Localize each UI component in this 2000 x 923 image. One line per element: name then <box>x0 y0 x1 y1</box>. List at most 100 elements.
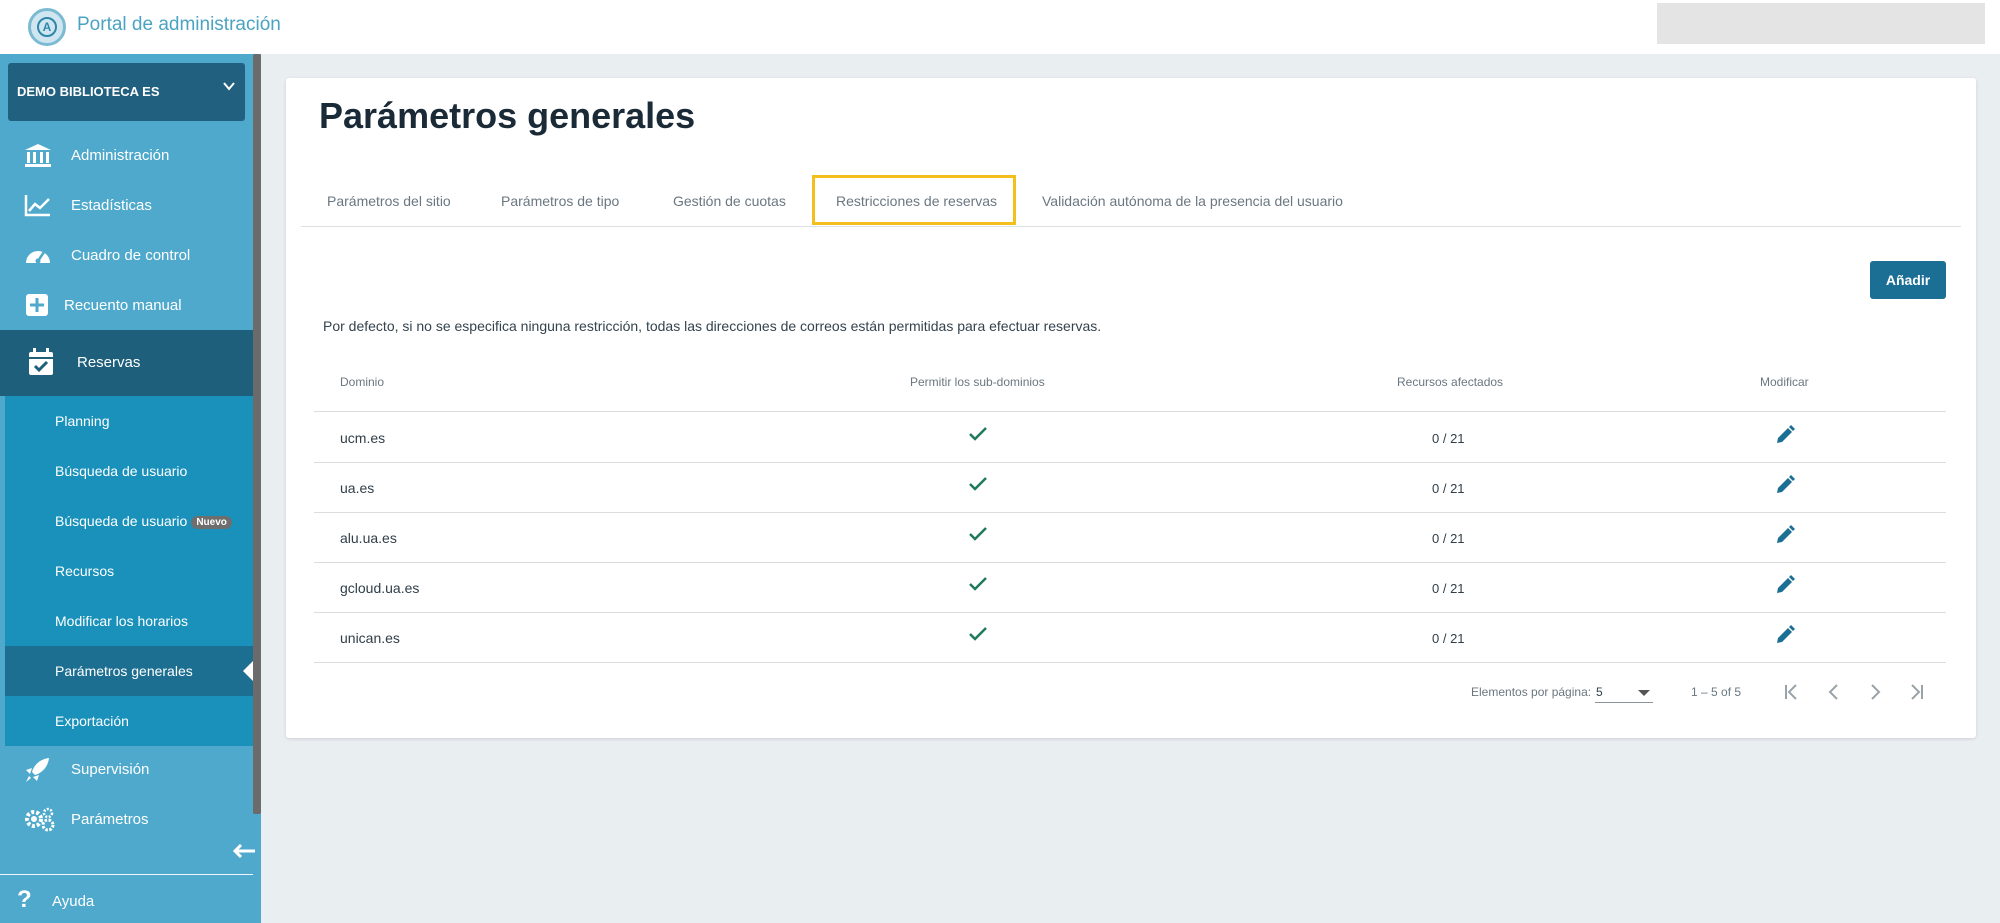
submenu-item-exportacion[interactable]: Exportación <box>5 696 253 746</box>
edit-pencil-icon[interactable] <box>1774 624 1796 646</box>
edit-pencil-icon[interactable] <box>1774 474 1796 496</box>
check-icon <box>968 525 988 543</box>
site-selector-label: DEMO BIBLIOTECA ES <box>17 84 160 99</box>
sidebar-item-label: Parámetros <box>71 811 149 828</box>
sidebar-item-label: Recuento manual <box>64 297 182 314</box>
first-page-icon[interactable] <box>1781 681 1803 703</box>
submenu-item-label: Recursos <box>55 563 115 579</box>
rocket-icon <box>24 757 52 783</box>
caret-down-icon <box>1638 690 1650 696</box>
reservas-submenu: Planning Búsqueda de usuario Búsqueda de… <box>5 396 253 746</box>
domain-cell: ucm.es <box>340 430 386 446</box>
logo: A <box>28 8 66 46</box>
resources-cell: 0 / 21 <box>1432 531 1465 546</box>
info-message: Por defecto, si no se especifica ninguna… <box>323 318 1102 334</box>
help-link[interactable]: Ayuda <box>52 893 94 910</box>
submenu-item-text: Búsqueda de usuario <box>55 513 188 529</box>
edit-pencil-icon[interactable] <box>1774 424 1796 446</box>
edit-pencil-icon[interactable] <box>1774 574 1796 596</box>
sidebar-item-recuento-manual[interactable]: Recuento manual <box>0 281 253 331</box>
resources-cell: 0 / 21 <box>1432 431 1465 446</box>
resources-cell: 0 / 21 <box>1432 631 1465 646</box>
sidebar-item-cuadro-de-control[interactable]: Cuadro de control <box>0 231 253 281</box>
sidebar-item-reservas[interactable]: Reservas <box>0 330 253 396</box>
top-bar: A Portal de administración <box>0 0 2000 54</box>
submenu-item-label: Parámetros generales <box>55 663 193 679</box>
items-per-page-label: Elementos por página: <box>1471 685 1592 699</box>
table-row: ucm.es 0 / 21 <box>314 413 1946 463</box>
domain-cell: alu.ua.es <box>340 530 397 546</box>
sidebar-item-supervision[interactable]: Supervisión <box>0 745 253 795</box>
table-row: alu.ua.es 0 / 21 <box>314 513 1946 563</box>
logo-letter: A <box>37 17 57 37</box>
new-badge: Nuevo <box>191 516 232 529</box>
submenu-item-modificar-horarios[interactable]: Modificar los horarios <box>5 596 253 646</box>
check-icon <box>968 625 988 643</box>
sidebar-item-administracion[interactable]: Administración <box>0 131 253 181</box>
bank-icon <box>24 143 52 169</box>
table-row: gcloud.ua.es 0 / 21 <box>314 563 1946 613</box>
sidebar-item-label: Cuadro de control <box>71 247 191 264</box>
page-range: 1 – 5 of 5 <box>1691 685 1742 699</box>
sidebar-item-estadisticas[interactable]: Estadísticas <box>0 181 253 231</box>
check-icon <box>968 475 988 493</box>
submenu-item-label: Búsqueda de usuario <box>55 463 188 479</box>
collapse-sidebar-arrow-icon[interactable] <box>232 840 256 862</box>
tab-parametros-tipo[interactable]: Parámetros de tipo <box>501 193 619 209</box>
sidebar-scrollbar[interactable] <box>253 54 261 814</box>
table-row: unican.es 0 / 21 <box>314 613 1946 663</box>
resources-cell: 0 / 21 <box>1432 581 1465 596</box>
site-selector[interactable]: DEMO BIBLIOTECA ES <box>8 63 245 121</box>
add-button[interactable]: Añadir <box>1870 261 1946 299</box>
domain-cell: ua.es <box>340 480 375 496</box>
sidebar-item-label: Reservas <box>77 354 141 371</box>
domain-cell: gcloud.ua.es <box>340 580 420 596</box>
edit-pencil-icon[interactable] <box>1774 524 1796 546</box>
tab-parametros-sitio[interactable]: Parámetros del sitio <box>327 193 451 209</box>
calendar-check-icon <box>28 348 56 375</box>
previous-page-icon[interactable] <box>1823 681 1845 703</box>
submenu-item-busqueda-usuario[interactable]: Búsqueda de usuario <box>5 446 253 496</box>
check-icon <box>968 425 988 443</box>
submenu-item-label: Modificar los horarios <box>55 613 189 629</box>
tab-bar: Parámetros del sitio Parámetros de tipo … <box>301 175 1961 227</box>
question-icon[interactable]: ? <box>17 886 32 914</box>
chart-icon <box>24 193 52 219</box>
plus-square-icon <box>24 293 52 319</box>
page-title: Parámetros generales <box>319 95 696 136</box>
domain-cell: unican.es <box>340 630 400 646</box>
tab-validacion-autonoma[interactable]: Validación autónoma de la presencia del … <box>1042 193 1343 209</box>
sidebar-divider <box>0 874 253 875</box>
table-header: Dominio Permitir los sub-dominios Recurs… <box>314 362 1946 412</box>
sidebar-item-parametros[interactable]: Parámetros <box>0 795 253 845</box>
items-per-page-select[interactable]: 5 <box>1595 681 1653 703</box>
sidebar-item-label: Administración <box>71 147 170 164</box>
submenu-item-label: Búsqueda de usuario Nuevo <box>55 513 232 529</box>
submenu-item-label: Exportación <box>55 713 129 729</box>
last-page-icon[interactable] <box>1905 681 1927 703</box>
table-row: ua.es 0 / 21 <box>314 463 1946 513</box>
sidebar-item-label: Estadísticas <box>71 197 152 214</box>
items-per-page-value: 5 <box>1596 685 1603 699</box>
app-title: Portal de administración <box>77 14 281 35</box>
submenu-item-parametros-generales[interactable]: Parámetros generales <box>5 646 253 696</box>
gears-icon <box>24 807 55 833</box>
submenu-item-label: Planning <box>55 413 110 429</box>
column-header-dominio: Dominio <box>340 375 385 389</box>
submenu-item-recursos[interactable]: Recursos <box>5 546 253 596</box>
submenu-item-planning[interactable]: Planning <box>5 396 253 446</box>
user-menu[interactable] <box>1657 3 1985 44</box>
tab-gestion-cuotas[interactable]: Gestión de cuotas <box>673 193 786 209</box>
resources-cell: 0 / 21 <box>1432 481 1465 496</box>
column-header-recursos: Recursos afectados <box>1397 375 1504 389</box>
active-indicator-icon <box>243 661 253 681</box>
gauge-icon <box>24 243 52 269</box>
sidebar-item-label: Supervisión <box>71 761 150 778</box>
column-header-modificar: Modificar <box>1760 375 1809 389</box>
active-tab-highlight <box>812 175 1016 225</box>
check-icon <box>968 575 988 593</box>
column-header-subdominios: Permitir los sub-dominios <box>910 375 1045 389</box>
submenu-item-busqueda-usuario-nuevo[interactable]: Búsqueda de usuario Nuevo <box>5 496 253 546</box>
chevron-down-icon <box>222 79 236 98</box>
next-page-icon[interactable] <box>1864 681 1886 703</box>
